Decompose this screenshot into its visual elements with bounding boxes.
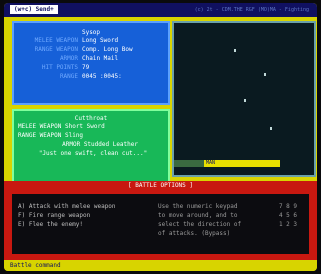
- stat-value: Long Sword: [82, 37, 119, 44]
- command-attack[interactable]: A) Attack with melee weapon: [18, 202, 130, 211]
- stat-row: MELEE WEAPON Long Sword: [14, 36, 168, 45]
- keypad-row: 1 2 3: [278, 221, 297, 228]
- keypad-legend: 7 8 9 4 5 6 1 2 3: [279, 202, 297, 229]
- map-unit-marker: [234, 49, 236, 52]
- stat-label: RANGE WEAPON: [34, 46, 78, 53]
- stat-row: RANGE WEAPON Comp. Long Bow: [14, 45, 168, 54]
- stat-value: Comp. Long Bow: [82, 46, 133, 53]
- title-bar: (w+c) Send+ (c) 2t - CDM.THE RGF (MO)MA …: [4, 3, 317, 17]
- player-name: Sysop: [81, 29, 101, 36]
- stat-row: ARMOR Chain Mail: [14, 54, 168, 63]
- header-info: (c) 2t - CDM.THE RGF (MO)MA - Fighting: [194, 7, 309, 13]
- map-unit-marker: [270, 127, 272, 130]
- enemy-melee-value: Short Sword: [64, 123, 105, 130]
- stat-value: Chain Mail: [82, 55, 119, 62]
- help-line: of attacks. (Bypass): [158, 230, 231, 237]
- enemy-range-label: RANGE WEAPON: [18, 132, 62, 139]
- battle-map[interactable]: MAN: [172, 21, 316, 177]
- help-line: to move around, and to: [158, 212, 238, 219]
- command-help: Use the numeric keypad to move around, a…: [158, 202, 268, 238]
- stat-row: HIT POINTS 79: [14, 63, 168, 72]
- command-box: A) Attack with melee weapon F) Fire rang…: [12, 194, 309, 254]
- command-fire[interactable]: F) Fire range weapon: [18, 211, 130, 220]
- help-line: select the direction of: [158, 221, 242, 228]
- stat-label: RANGE: [59, 73, 78, 80]
- stat-row: RANGE 0045 :0045:: [14, 72, 168, 81]
- battle-options-label: [ BATTLE OPTIONS ]: [123, 182, 198, 189]
- stat-value: 0045 :0045:: [82, 73, 122, 80]
- map-unit-marker: [264, 73, 266, 76]
- stat-label: MELEE WEAPON: [34, 37, 78, 44]
- keypad-row: 7 8 9: [278, 203, 297, 210]
- command-flee[interactable]: E) Flee the enemy!: [18, 220, 130, 229]
- window-title: (w+c) Send+: [10, 5, 58, 14]
- stat-label: HIT POINTS: [41, 64, 78, 71]
- enemy-stats-panel: Cutthroat MELEE WEAPON Short Sword RANGE…: [12, 109, 170, 183]
- enemy-armor-label: ARMOR: [62, 141, 81, 148]
- enemy-name: Cutthroat: [74, 115, 108, 122]
- enemy-melee-row: MELEE WEAPON Short Sword: [14, 122, 168, 131]
- stat-value: 79: [82, 64, 90, 71]
- game-screen: (w+c) Send+ (c) 2t - CDM.THE RGF (MO)MA …: [4, 3, 317, 271]
- enemy-quote: "Just one swift, clean cut...": [38, 150, 148, 157]
- enemy-range-value: Sling: [64, 132, 84, 139]
- map-status-bar: MAN: [204, 160, 280, 167]
- command-prompt[interactable]: Battle command: [4, 260, 317, 271]
- command-area: A) Attack with melee weapon F) Fire rang…: [4, 190, 317, 260]
- map-player-marker: [174, 160, 204, 167]
- help-line: Use the numeric keypad: [158, 203, 238, 210]
- keypad-row: 4 5 6: [278, 212, 297, 219]
- enemy-range-row: RANGE WEAPON Sling: [14, 131, 168, 140]
- player-stats-panel: Sysop MELEE WEAPON Long Sword RANGE WEAP…: [12, 21, 170, 105]
- battle-options-divider: [ BATTLE OPTIONS ]: [4, 181, 317, 190]
- enemy-melee-label: MELEE WEAPON: [18, 123, 62, 130]
- command-list: A) Attack with melee weapon F) Fire rang…: [18, 202, 130, 229]
- stat-label: ARMOR: [59, 55, 78, 62]
- enemy-armor-value: Studded Leather: [83, 141, 138, 148]
- enemy-armor-row: ARMOR Studded Leather: [14, 140, 168, 149]
- map-unit-marker: [244, 99, 246, 102]
